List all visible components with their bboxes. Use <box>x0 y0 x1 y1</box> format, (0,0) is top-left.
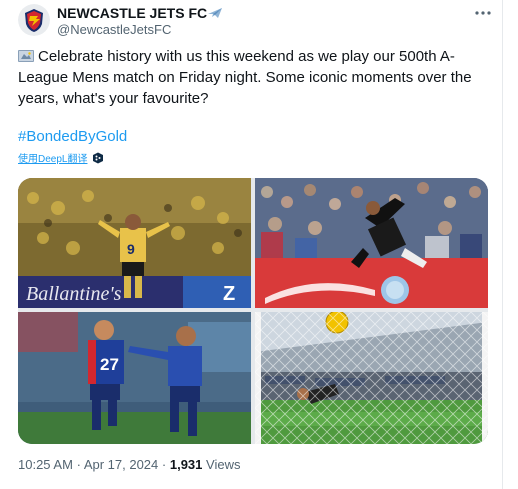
airplane-icon <box>207 6 223 20</box>
meta-separator-2: · <box>161 457 167 472</box>
tweet-card: NEWCASTLE JETS FC @NewcastleJetsFC Celeb… <box>0 0 503 489</box>
shirt-number: 9 <box>127 241 135 257</box>
flag-icon <box>18 47 34 62</box>
photo-player-embrace[interactable]: 27 <box>18 312 251 444</box>
display-name[interactable]: NEWCASTLE JETS FC <box>57 5 207 21</box>
tweet-time[interactable]: 10:25 AM <box>18 457 73 472</box>
media-grid: Ballantine's Z 9 27 <box>18 178 488 444</box>
tweet-header: NEWCASTLE JETS FC @NewcastleJetsFC <box>18 4 498 38</box>
translate-link[interactable]: 使用DeepL翻译 <box>18 150 104 165</box>
banner-z-text: Z <box>223 283 235 305</box>
tweet-text: Celebrate history with us this weekend a… <box>18 46 488 109</box>
translate-logo-icon <box>92 152 104 164</box>
avatar[interactable] <box>18 4 50 36</box>
shirt-number-27: 27 <box>100 355 119 374</box>
views-label: Views <box>206 457 241 472</box>
meta-separator: · <box>76 457 81 472</box>
hashtag-link[interactable]: #BondedByGold <box>18 128 127 145</box>
tweet-date[interactable]: Apr 17, 2024 <box>84 457 158 472</box>
photo-celebration-crowd[interactable]: Ballantine's Z 9 <box>18 178 251 308</box>
tweet-meta: 10:25 AM · Apr 17, 2024 · 1,931 Views <box>18 457 240 472</box>
photo-bicycle-kick[interactable] <box>255 178 488 308</box>
user-handle[interactable]: @NewcastleJetsFC <box>57 22 171 37</box>
translate-label[interactable]: 使用DeepL翻译 <box>18 154 87 165</box>
tweet-body: Celebrate history with us this weekend a… <box>18 48 472 107</box>
photo-ball-in-net[interactable] <box>255 312 488 444</box>
more-horizontal-icon[interactable] <box>472 4 494 22</box>
views-count: 1,931 <box>169 457 203 472</box>
banner-text: Ballantine's <box>26 283 122 305</box>
